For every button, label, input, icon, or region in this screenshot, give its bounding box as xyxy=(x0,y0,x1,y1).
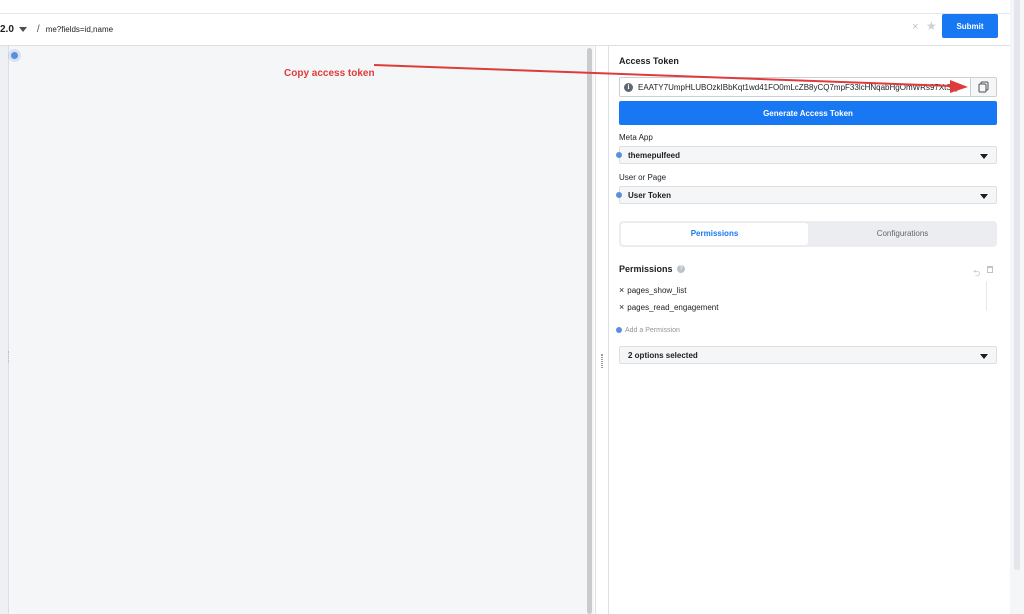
star-icon[interactable]: ★ xyxy=(926,19,937,33)
undo-icon[interactable]: ⮌ xyxy=(973,266,980,282)
tab-configurations[interactable]: Configurations xyxy=(810,223,995,245)
access-token-field[interactable]: i EAATY7UmpHLUBOzkIBbKqt1wd41FO0mLcZB8yC… xyxy=(619,77,997,97)
user-or-page-value: User Token xyxy=(628,191,671,200)
list-item: × pages_read_engagement xyxy=(619,302,718,312)
panel-splitter[interactable] xyxy=(595,46,609,614)
copy-token-button[interactable] xyxy=(970,78,996,96)
path-separator: / xyxy=(36,24,40,35)
help-icon[interactable]: ? xyxy=(677,265,685,273)
splitter-handle[interactable] xyxy=(601,354,603,368)
list-item: × pages_show_list xyxy=(619,285,686,295)
focus-dot xyxy=(616,192,622,198)
page-scrollbar[interactable] xyxy=(1014,0,1020,570)
submit-button[interactable]: Submit xyxy=(942,14,998,38)
top-strip xyxy=(0,0,1010,14)
results-scrollbar[interactable] xyxy=(587,48,592,614)
tab-permissions[interactable]: Permissions xyxy=(621,223,808,245)
focus-dot xyxy=(616,152,622,158)
focus-dot xyxy=(11,52,18,59)
query-bar: 2.0 / × ★ Submit xyxy=(0,14,1010,46)
copy-icon xyxy=(978,81,989,93)
chevron-down-icon xyxy=(980,194,988,199)
remove-icon[interactable]: × xyxy=(619,285,624,295)
meta-app-select[interactable]: themepulfeed xyxy=(619,146,997,164)
permission-label: pages_read_engagement xyxy=(627,303,719,312)
info-icon: i xyxy=(624,83,633,92)
meta-app-label: Meta App xyxy=(619,133,653,142)
user-or-page-select[interactable]: User Token xyxy=(619,186,997,204)
remove-icon[interactable]: × xyxy=(619,302,624,312)
generate-access-token-button[interactable]: Generate Access Token xyxy=(619,101,997,125)
version-select[interactable]: 2.0 xyxy=(0,14,27,45)
permissions-list: × pages_show_list × pages_read_engagement xyxy=(619,281,997,313)
version-label: 2.0 xyxy=(0,24,14,35)
user-or-page-label: User or Page xyxy=(619,173,667,182)
results-panel xyxy=(0,46,594,614)
focus-dot xyxy=(616,327,622,333)
annotation-label: Copy access token xyxy=(284,68,375,79)
access-token-heading: Access Token xyxy=(619,56,679,66)
access-token-value[interactable]: EAATY7UmpHLUBOzkIBbKqt1wd41FO0mLcZB8yCQ7… xyxy=(638,83,968,92)
gutter-grip[interactable] xyxy=(8,351,10,363)
query-input[interactable] xyxy=(45,18,896,41)
permissions-tabs: Permissions Configurations xyxy=(619,221,997,247)
meta-app-value: themepulfeed xyxy=(628,151,681,160)
chevron-down-icon xyxy=(18,27,27,32)
trash-icon[interactable] xyxy=(987,266,993,273)
results-gutter xyxy=(0,46,9,614)
permissions-scrollbar[interactable] xyxy=(986,281,996,311)
chevron-down-icon xyxy=(980,354,988,359)
add-permission-input[interactable]: Add a Permission xyxy=(625,327,680,334)
permission-label: pages_show_list xyxy=(627,286,687,295)
access-token-panel: Access Token i EAATY7UmpHLUBOzkIBbKqt1wd… xyxy=(610,46,1010,614)
chevron-down-icon xyxy=(980,154,988,159)
permissions-select[interactable]: 2 options selected xyxy=(619,346,997,364)
permissions-heading: Permissions xyxy=(619,264,673,274)
options-selected-value: 2 options selected xyxy=(628,351,698,360)
clear-icon[interactable]: × xyxy=(912,21,918,33)
